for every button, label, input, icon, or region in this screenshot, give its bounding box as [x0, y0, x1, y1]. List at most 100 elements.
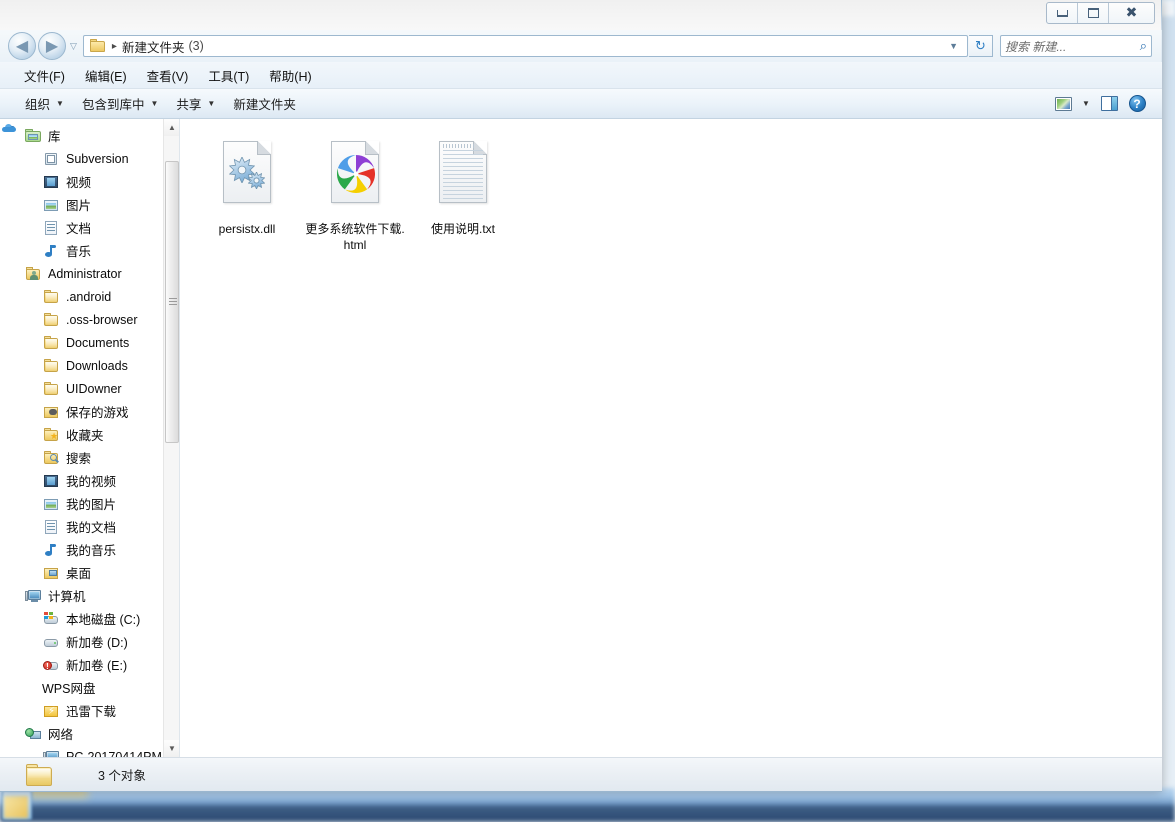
taskbar[interactable] [0, 788, 1175, 822]
nav-item-label: 网络 [48, 728, 74, 742]
nav-item-14[interactable]: 搜索 [0, 446, 179, 469]
nav-item-9[interactable]: Documents [0, 331, 179, 354]
nav-item-label: .oss-browser [66, 312, 138, 327]
toolbar-button-3[interactable]: 新建文件夹 [224, 90, 305, 117]
navigation-scrollbar[interactable]: ▲ ▼ [163, 119, 179, 757]
maximize-icon [1087, 8, 1099, 18]
text-file-icon [431, 137, 495, 217]
toolbar-button-2[interactable]: 共享 ▼ [167, 90, 224, 117]
nav-item-25[interactable]: ⚡ 迅雷下载 [0, 699, 179, 722]
nav-item-15[interactable]: 我的视频 [0, 469, 179, 492]
file-tile[interactable]: 使用说明.txt [410, 133, 516, 257]
close-button[interactable]: ✖ [1109, 3, 1154, 23]
preview-pane-button[interactable] [1096, 92, 1122, 116]
address-dropdown-icon[interactable]: ▼ [942, 41, 965, 51]
nav-item-6[interactable]: Administrator [0, 262, 179, 285]
forward-button[interactable]: ▶ [38, 32, 66, 60]
nav-item-label: 保存的游戏 [66, 406, 129, 420]
help-icon: ? [1128, 95, 1146, 112]
nav-item-10[interactable]: Downloads [0, 354, 179, 377]
menu-item-1[interactable]: 编辑(E) [75, 63, 137, 88]
nav-item-7[interactable]: .android [0, 285, 179, 308]
search-icon: ⌕ [1139, 38, 1147, 53]
toolbar-button-label: 共享 [176, 98, 202, 112]
view-dropdown-button[interactable]: ▼ [1078, 92, 1094, 116]
menu-item-2[interactable]: 查看(V) [137, 63, 199, 88]
my-documents-icon [42, 519, 60, 535]
scroll-down-button[interactable]: ▼ [164, 740, 179, 757]
nav-item-0[interactable]: 库 [0, 124, 179, 147]
nav-item-26[interactable]: 网络 [0, 722, 179, 745]
nav-item-4[interactable]: 文档 [0, 216, 179, 239]
scroll-up-button[interactable]: ▲ [164, 119, 179, 136]
breadcrumb-folder-name[interactable]: 新建文件夹 [122, 37, 185, 56]
nav-item-21[interactable]: 本地磁盘 (C:) [0, 607, 179, 630]
window-controls: ✖ [1046, 2, 1155, 24]
close-icon: ✖ [1125, 5, 1138, 21]
nav-item-label: 我的视频 [66, 475, 117, 489]
nav-item-label: 新加卷 (E:) [66, 659, 128, 673]
history-dropdown-icon[interactable]: ▽ [70, 41, 77, 52]
nav-item-label: .android [66, 289, 112, 304]
toolbar-button-label: 新建文件夹 [233, 98, 296, 112]
maximize-button[interactable] [1078, 3, 1109, 23]
nav-item-19[interactable]: 桌面 [0, 561, 179, 584]
scrollbar-thumb[interactable] [165, 161, 179, 443]
folder-icon [89, 39, 106, 53]
nav-item-11[interactable]: UIDowner [0, 377, 179, 400]
nav-item-2[interactable]: 视频 [0, 170, 179, 193]
chevron-down-icon: ▼ [1082, 99, 1090, 108]
my-music-icon [42, 542, 60, 558]
menu-item-3[interactable]: 工具(T) [198, 63, 259, 88]
minimize-button[interactable] [1047, 3, 1078, 23]
nav-item-17[interactable]: 我的文档 [0, 515, 179, 538]
nav-item-8[interactable]: .oss-browser [0, 308, 179, 331]
file-tile[interactable]: persistx.dll [194, 133, 300, 257]
nav-item-1[interactable]: Subversion [0, 147, 179, 170]
help-button[interactable]: ? [1124, 92, 1150, 116]
back-button[interactable]: ◀ [8, 32, 36, 60]
back-arrow-icon: ◀ [15, 36, 29, 55]
refresh-icon: ↻ [975, 38, 986, 53]
toolbar-button-1[interactable]: 包含到库中 ▼ [73, 90, 167, 117]
file-tile[interactable]: 更多系统软件下载.html [302, 133, 408, 257]
menu-item-4[interactable]: 帮助(H) [259, 63, 321, 88]
nav-item-label: 音乐 [66, 245, 92, 259]
nav-item-label: 搜索 [66, 452, 92, 466]
menu-item-0[interactable]: 文件(F) [14, 63, 75, 88]
nav-item-18[interactable]: 我的音乐 [0, 538, 179, 561]
nav-item-22[interactable]: 新加卷 (D:) [0, 630, 179, 653]
html-pinwheel-icon [323, 137, 387, 217]
content-split: 库 Subversion 视频图片 文档音乐 Administrator .android… [0, 119, 1162, 757]
refresh-button[interactable]: ↻ [969, 35, 993, 57]
nav-item-13[interactable]: ★ 收藏夹 [0, 423, 179, 446]
nav-item-23[interactable]: ! 新加卷 (E:) [0, 653, 179, 676]
search-box[interactable]: 搜索 新建... ⌕ [1000, 35, 1152, 57]
address-input[interactable]: ▸ 新建文件夹 (3) ▼ [82, 35, 968, 57]
nav-item-27[interactable]: PC-20170414PM [0, 745, 179, 757]
folder-icon [42, 335, 60, 351]
file-list-pane[interactable]: persistx.dll 更多系统软件下载.html 使用说明.txt [180, 119, 1162, 757]
nav-item-label: 我的图片 [66, 498, 117, 512]
nav-item-label: Documents [66, 335, 130, 350]
nav-item-20[interactable]: 计算机 [0, 584, 179, 607]
nav-item-label: 迅雷下载 [66, 705, 117, 719]
nav-item-24[interactable]: WPS网盘 [0, 124, 179, 699]
file-name-label: 使用说明.txt [430, 222, 495, 236]
my-videos-icon [42, 473, 60, 489]
saved-games-icon [42, 404, 60, 420]
nav-item-16[interactable]: 我的图片 [0, 492, 179, 515]
nav-item-label: 视频 [66, 176, 92, 190]
nav-item-label: 本地磁盘 (C:) [66, 613, 141, 627]
nav-item-label: 我的文档 [66, 521, 117, 535]
toolbar-button-0[interactable]: 组织 ▼ [16, 90, 73, 117]
nav-item-12[interactable]: 保存的游戏 [0, 400, 179, 423]
nav-item-3[interactable]: 图片 [0, 193, 179, 216]
search-input[interactable]: 搜索 新建... [1005, 38, 1140, 55]
cloud-icon [2, 124, 16, 132]
nav-item-label: 收藏夹 [66, 429, 104, 443]
chevron-down-icon: ▼ [150, 99, 159, 108]
nav-item-label: Downloads [66, 358, 128, 373]
change-view-button[interactable] [1050, 92, 1076, 116]
nav-item-5[interactable]: 音乐 [0, 239, 179, 262]
